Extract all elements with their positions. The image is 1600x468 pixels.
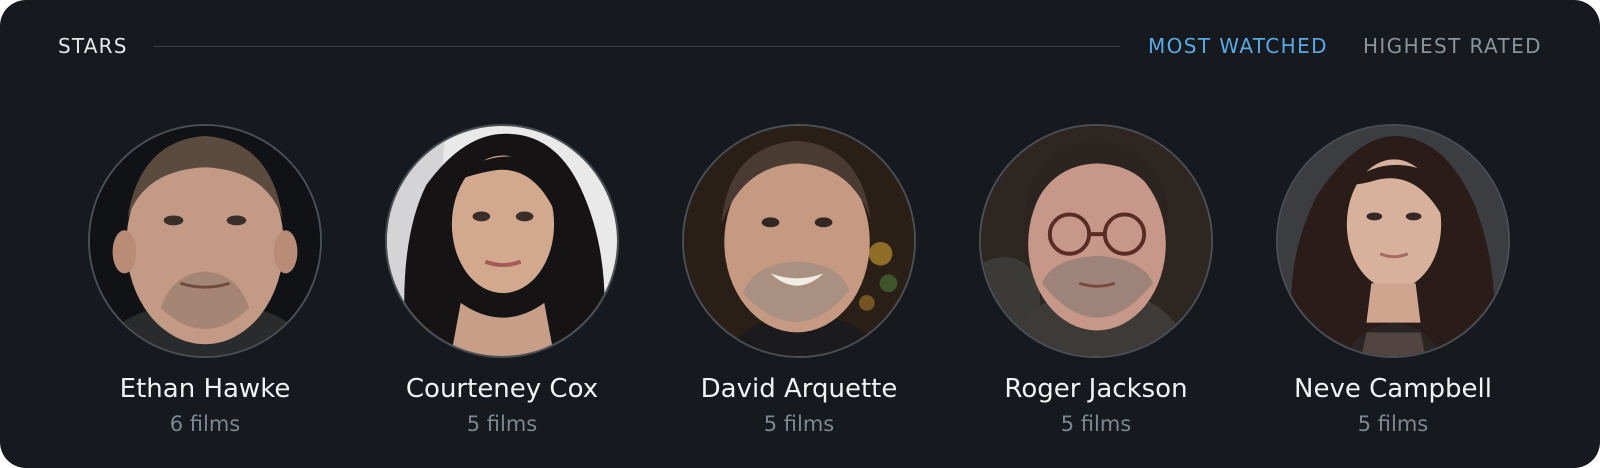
star-name[interactable]: Ethan Hawke (120, 374, 291, 404)
film-count: 5 films (466, 412, 538, 436)
tab-most-watched[interactable]: MOST WATCHED (1148, 34, 1328, 58)
header-divider (153, 45, 1120, 47)
sort-tabs: MOST WATCHED HIGHEST RATED (1148, 34, 1542, 58)
portrait-image (684, 126, 914, 356)
stars-list: Ethan Hawke 6 films Courteney Cox 5 film… (88, 124, 1510, 436)
portrait-image (90, 126, 320, 356)
star-card-roger-jackson[interactable]: Roger Jackson 5 films (979, 124, 1213, 436)
star-card-neve-campbell[interactable]: Neve Campbell 5 films (1276, 124, 1510, 436)
star-card-courteney-cox[interactable]: Courteney Cox 5 films (385, 124, 619, 436)
portrait-image (1278, 126, 1508, 356)
film-count: 6 films (169, 412, 241, 436)
portrait-image (387, 126, 617, 356)
avatar[interactable] (385, 124, 619, 358)
stars-card: STARS MOST WATCHED HIGHEST RATED Ethan H… (0, 0, 1600, 468)
avatar[interactable] (88, 124, 322, 358)
star-name[interactable]: David Arquette (701, 374, 898, 404)
star-name[interactable]: Courteney Cox (406, 374, 598, 404)
avatar[interactable] (979, 124, 1213, 358)
star-name[interactable]: Roger Jackson (1004, 374, 1187, 404)
star-name[interactable]: Neve Campbell (1294, 374, 1492, 404)
star-card-david-arquette[interactable]: David Arquette 5 films (682, 124, 916, 436)
stars-header: STARS MOST WATCHED HIGHEST RATED (58, 30, 1542, 62)
star-card-ethan-hawke[interactable]: Ethan Hawke 6 films (88, 124, 322, 436)
film-count: 5 films (763, 412, 835, 436)
tab-highest-rated[interactable]: HIGHEST RATED (1363, 34, 1542, 58)
film-count: 5 films (1060, 412, 1132, 436)
avatar[interactable] (682, 124, 916, 358)
film-count: 5 films (1357, 412, 1429, 436)
section-title: STARS (58, 34, 128, 58)
portrait-image (981, 126, 1211, 356)
avatar[interactable] (1276, 124, 1510, 358)
